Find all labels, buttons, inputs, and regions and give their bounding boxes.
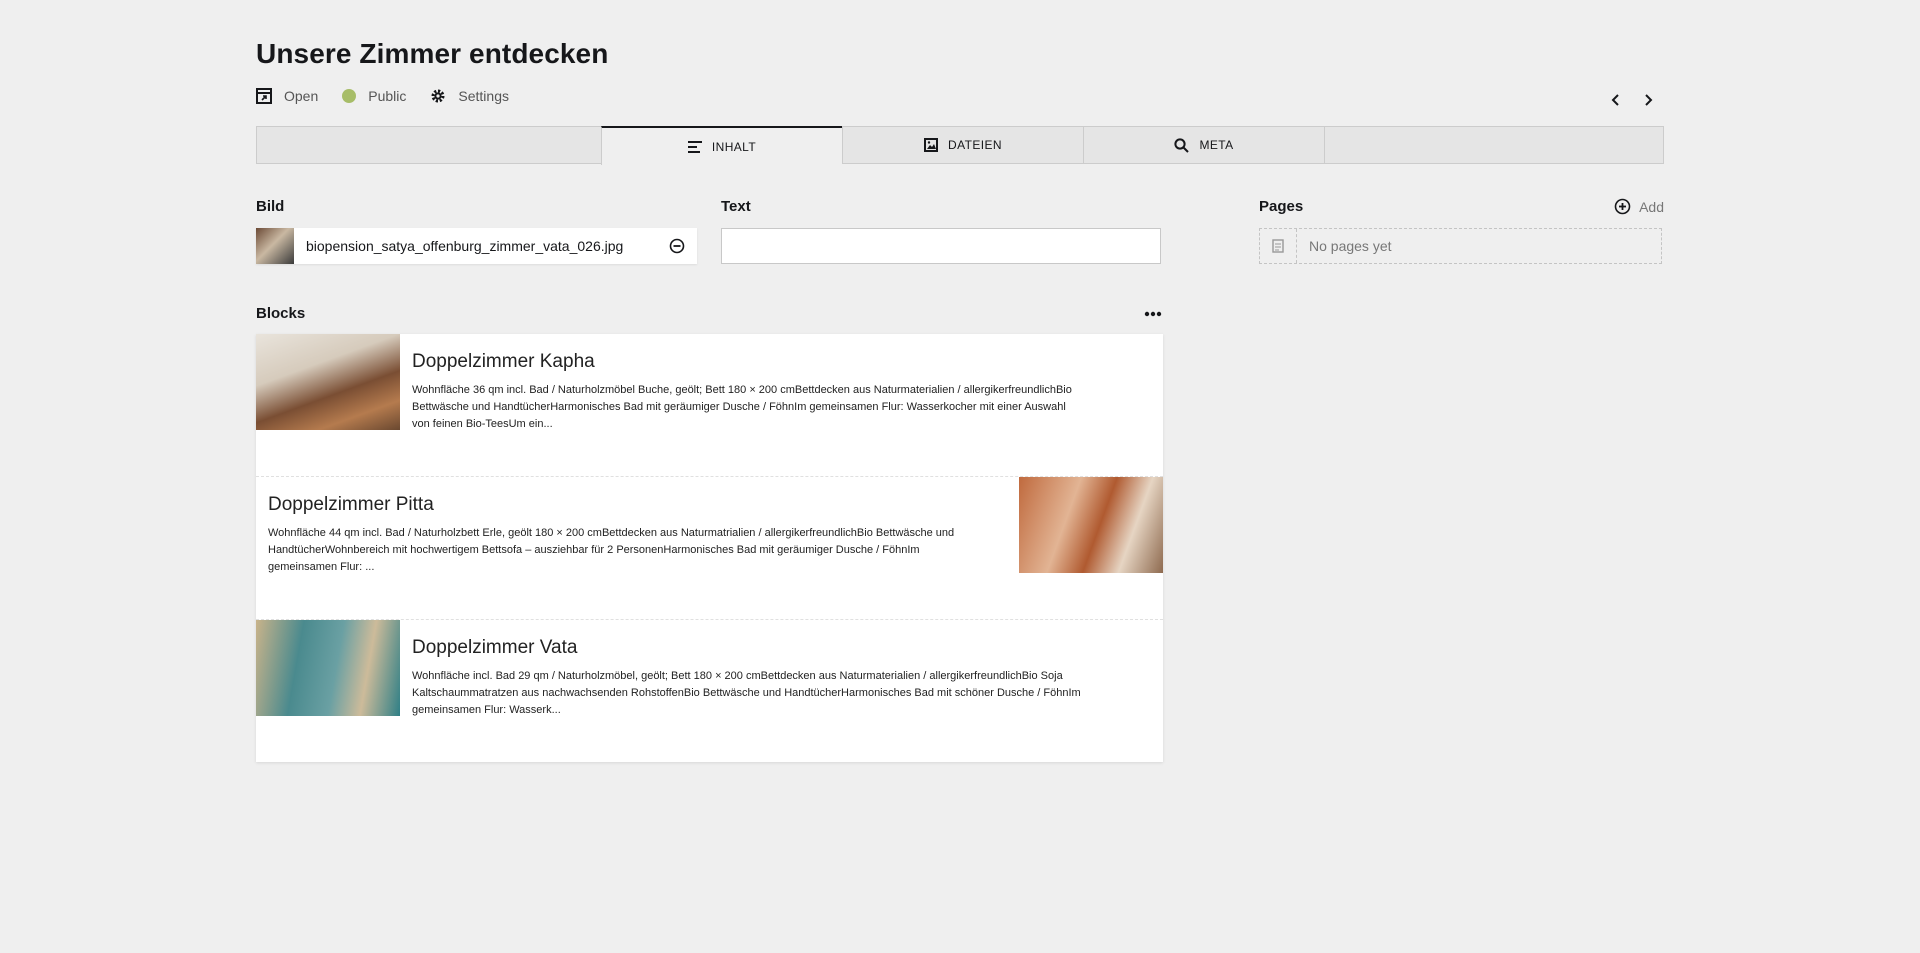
block-kapha-image [256, 334, 400, 430]
search-icon [1174, 137, 1190, 153]
bild-field-label: Bild [256, 198, 285, 215]
tab-meta[interactable]: META [1083, 127, 1325, 163]
bild-filename: biopension_satya_offenburg_zimmer_vata_0… [306, 238, 624, 254]
text-lines-icon [687, 140, 702, 153]
remove-file-button[interactable] [657, 238, 697, 254]
page-navigation [1600, 88, 1664, 112]
page-options: Open Public Settings [256, 88, 533, 104]
pages-empty-text: No pages yet [1309, 238, 1392, 254]
status-dot-icon [342, 89, 357, 103]
block-vata-image [256, 620, 400, 716]
remove-circle-icon [669, 238, 685, 254]
settings-button[interactable]: Settings [430, 88, 509, 104]
block-vata-title: Doppelzimmer Vata [412, 637, 578, 658]
add-page-button[interactable]: Add [1614, 198, 1664, 215]
tab-dateien-label: DATEIEN [948, 138, 1002, 152]
open-icon [256, 88, 272, 104]
block-pitta-title: Doppelzimmer Pitta [268, 494, 434, 515]
open-button[interactable]: Open [256, 88, 318, 104]
pages-field-label: Pages [1259, 198, 1304, 215]
tab-inhalt-label: INHALT [711, 139, 757, 154]
block-pitta[interactable]: Doppelzimmer Pitta Wohnfläche 44 qm incl… [256, 477, 1163, 620]
open-label: Open [284, 88, 319, 104]
image-icon [924, 138, 939, 152]
page-icon [1272, 239, 1284, 253]
tab-inhalt[interactable]: INHALT [601, 126, 842, 165]
block-kapha-title: Doppelzimmer Kapha [412, 351, 595, 372]
block-pitta-image [1019, 477, 1163, 573]
text-input[interactable] [721, 228, 1161, 264]
chevron-left-icon [1611, 94, 1619, 106]
bild-file-field[interactable]: biopension_satya_offenburg_zimmer_vata_0… [256, 228, 697, 264]
tab-spacer [257, 127, 601, 163]
bild-thumbnail [256, 228, 294, 264]
text-field-label: Text [721, 198, 751, 215]
tab-dateien[interactable]: DATEIEN [842, 127, 1083, 163]
blocks-options-button[interactable] [1141, 304, 1165, 324]
tab-meta-label: META [1199, 138, 1234, 152]
block-vata[interactable]: Doppelzimmer Vata Wohnfläche incl. Bad 2… [256, 620, 1163, 762]
page-title: Unsere Zimmer entdecken [256, 38, 609, 69]
block-kapha-text: Wohnfläche 36 qm incl. Bad / Naturholzmö… [412, 384, 1072, 430]
gear-icon [431, 89, 445, 103]
status-button[interactable]: Public [342, 88, 406, 104]
settings-label: Settings [458, 88, 509, 104]
add-page-label: Add [1639, 198, 1664, 215]
block-kapha[interactable]: Doppelzimmer Kapha Wohnfläche 36 qm incl… [256, 334, 1163, 477]
blocks-field-label: Blocks [256, 305, 306, 322]
blocks-list: Doppelzimmer Kapha Wohnfläche 36 qm incl… [256, 334, 1163, 762]
pages-empty-state: No pages yet [1259, 228, 1662, 264]
block-vata-text: Wohnfläche incl. Bad 29 qm / Naturholzmö… [412, 670, 1081, 716]
more-dots-icon [1144, 311, 1162, 317]
add-circle-icon [1614, 198, 1631, 215]
chevron-right-icon [1645, 94, 1653, 106]
next-page-button[interactable] [1632, 88, 1664, 112]
tab-bar: INHALT DATEIEN META [256, 126, 1664, 165]
block-pitta-text: Wohnfläche 44 qm incl. Bad / Naturholzbe… [268, 527, 955, 573]
page-icon-box [1260, 229, 1297, 263]
status-label: Public [368, 88, 407, 104]
prev-page-button[interactable] [1600, 88, 1632, 112]
